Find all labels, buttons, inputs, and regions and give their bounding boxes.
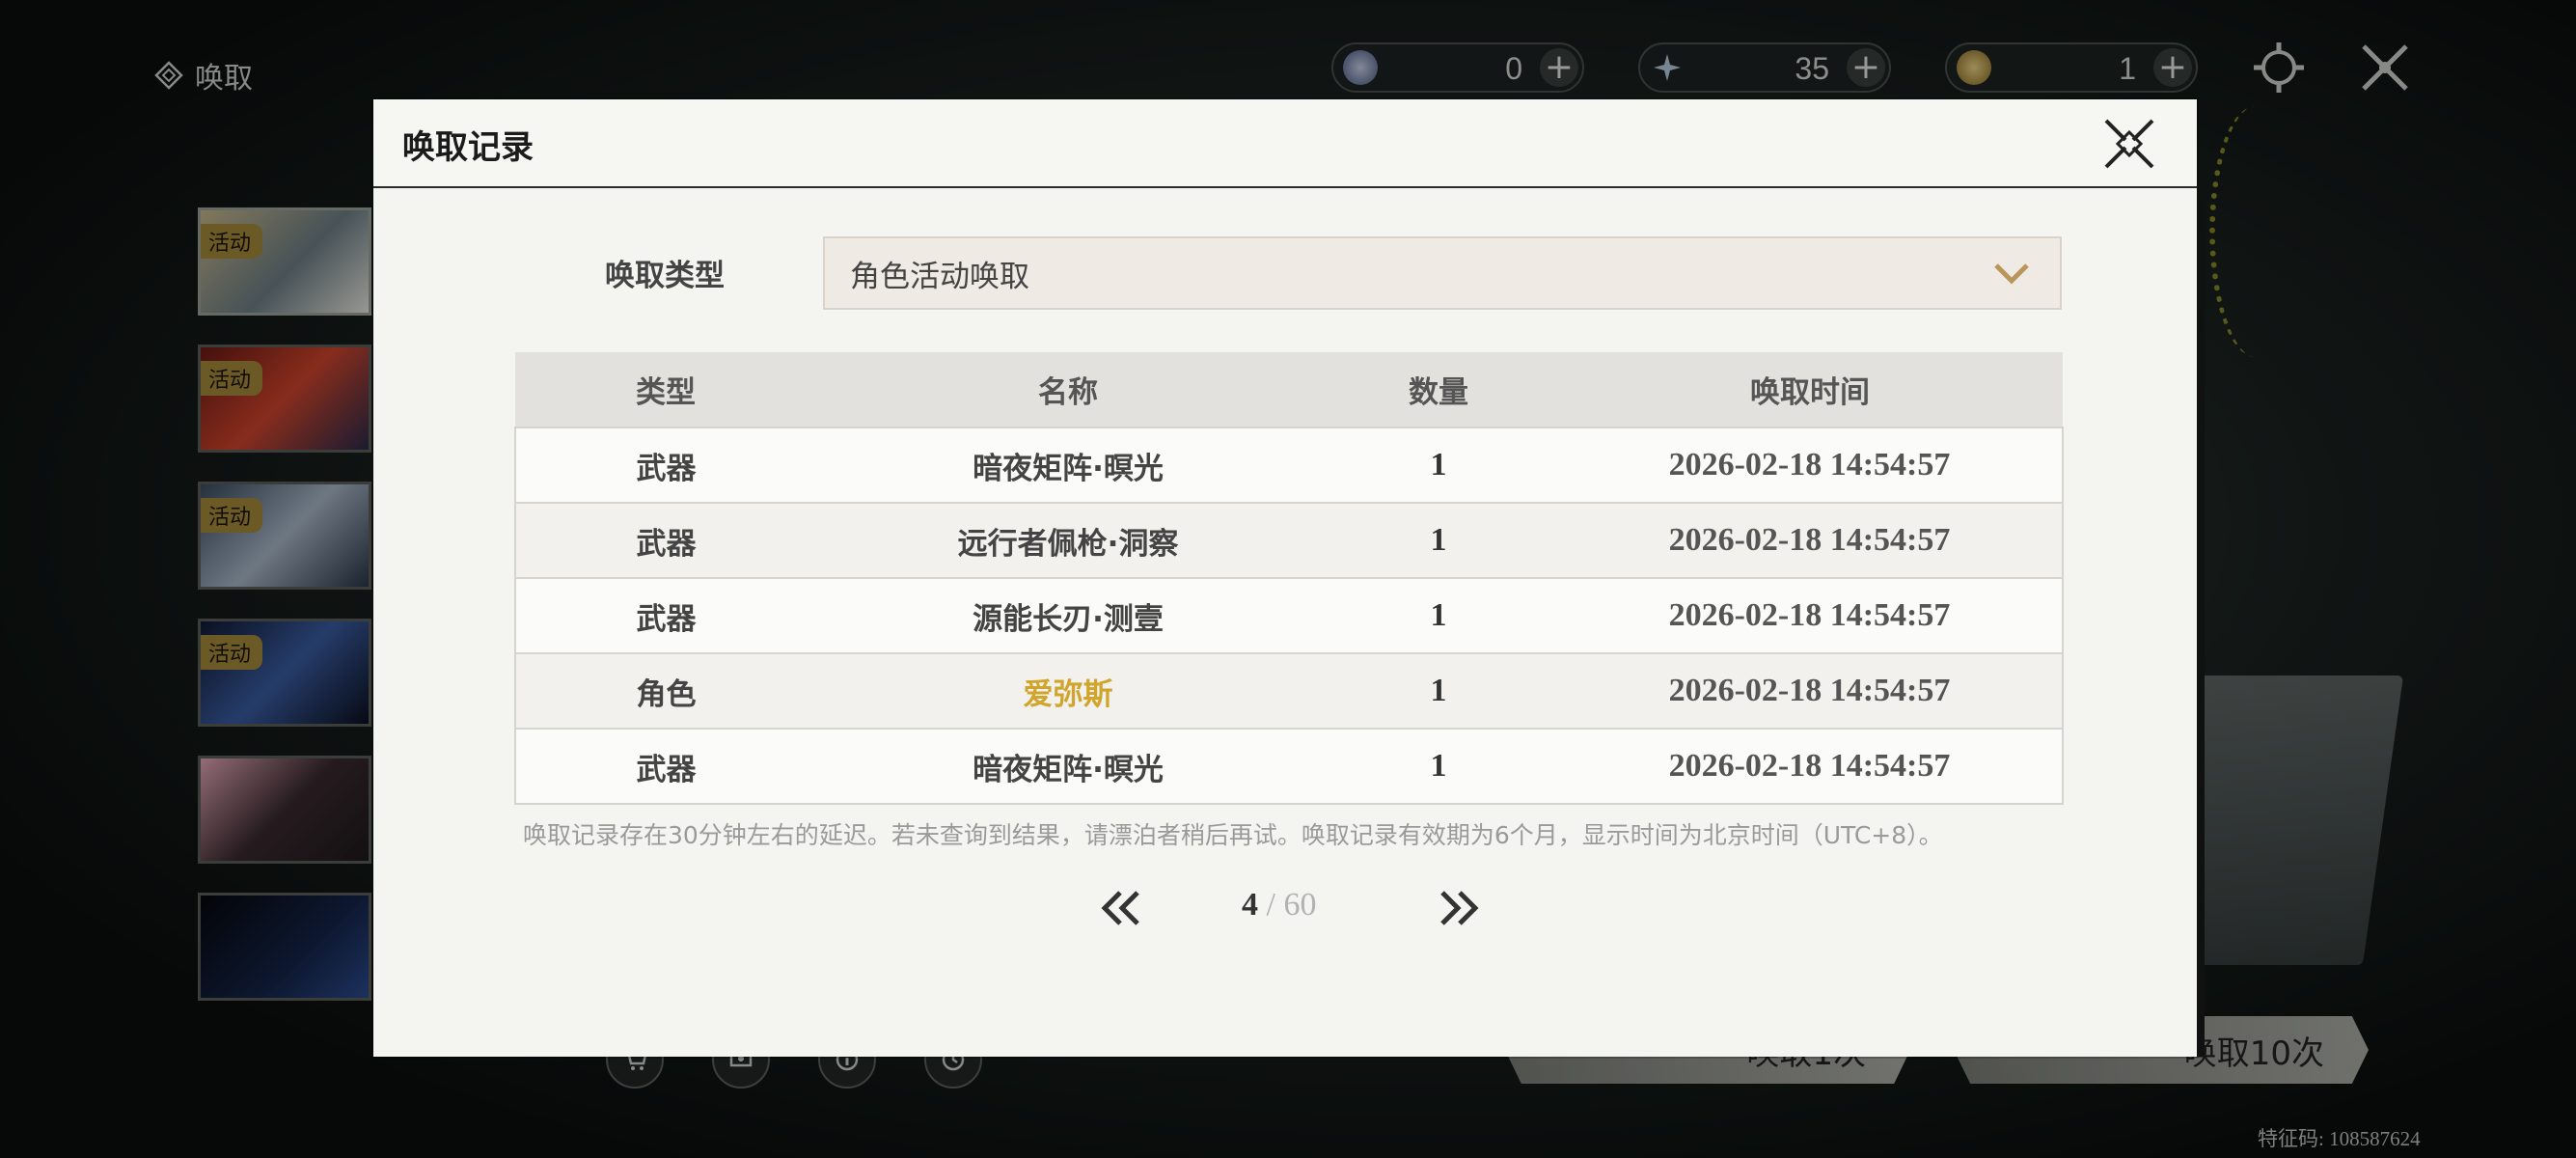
cell-time: 2026-02-18 14:54:57 bbox=[1557, 728, 2063, 804]
column-header-time: 唤取时间 bbox=[1557, 352, 2063, 427]
page-indicator: 4 / 60 bbox=[1242, 887, 1316, 924]
convene-type-value: 角色活动唤取 bbox=[850, 259, 1029, 294]
cell-type: 角色 bbox=[515, 652, 816, 729]
total-pages: 60 bbox=[1283, 887, 1317, 923]
cell-count: 1 bbox=[1320, 728, 1557, 804]
cell-time: 2026-02-18 14:54:57 bbox=[1557, 652, 2063, 729]
cell-name: 远行者佩枪·洞察 bbox=[816, 502, 1320, 578]
cell-time: 2026-02-18 14:54:57 bbox=[1557, 502, 2063, 578]
table-row: 角色 爱弥斯 1 2026-02-18 14:54:57 bbox=[515, 652, 2063, 729]
cell-type: 武器 bbox=[515, 577, 816, 653]
cell-type: 武器 bbox=[515, 728, 816, 804]
cell-name: 暗夜矩阵·暝光 bbox=[816, 427, 1320, 503]
column-header-type: 类型 bbox=[515, 352, 816, 427]
double-chevron-right-icon bbox=[1440, 891, 1479, 925]
next-page-button[interactable] bbox=[1435, 887, 1483, 929]
double-chevron-left-icon bbox=[1101, 891, 1139, 925]
table-row: 武器 源能长刃·测壹 1 2026-02-18 14:54:57 bbox=[515, 577, 2063, 653]
pagination: 4 / 60 bbox=[373, 879, 2197, 937]
cell-name: 暗夜矩阵·暝光 bbox=[816, 728, 1320, 804]
cell-type: 武器 bbox=[515, 502, 816, 578]
current-page: 4 bbox=[1242, 887, 1258, 923]
convene-records-table: 类型 名称 数量 唤取时间 武器 暗夜矩阵·暝光 1 2026-02-18 14… bbox=[514, 352, 2064, 805]
record-notice: 唤取记录存在30分钟左右的延迟。若未查询到结果，请漂泊者稍后再试。唤取记录有效期… bbox=[523, 821, 1943, 849]
cell-type: 武器 bbox=[515, 427, 816, 503]
cell-count: 1 bbox=[1320, 502, 1557, 578]
column-header-count: 数量 bbox=[1320, 352, 1557, 427]
column-header-name: 名称 bbox=[816, 352, 1320, 427]
table-header-row: 类型 名称 数量 唤取时间 bbox=[515, 352, 2063, 427]
table-row: 武器 远行者佩枪·洞察 1 2026-02-18 14:54:57 bbox=[515, 502, 2063, 578]
prev-page-button[interactable] bbox=[1097, 887, 1145, 929]
cell-name: 源能长刃·测壹 bbox=[816, 577, 1320, 653]
page-separator: / bbox=[1258, 887, 1284, 923]
table-row: 武器 暗夜矩阵·暝光 1 2026-02-18 14:54:57 bbox=[515, 427, 2063, 503]
close-icon bbox=[2104, 119, 2154, 169]
cell-count: 1 bbox=[1320, 652, 1557, 729]
close-button[interactable] bbox=[2100, 115, 2158, 173]
convene-type-label: 唤取类型 bbox=[605, 259, 725, 293]
modal-title: 唤取记录 bbox=[402, 128, 534, 167]
convene-history-modal: 唤取记录 唤取类型 角色活动唤取 类型 名称 数量 唤取时间 武器 暗夜矩阵·暝… bbox=[373, 99, 2205, 1057]
cell-time: 2026-02-18 14:54:57 bbox=[1557, 577, 2063, 653]
modal-header: 唤取记录 bbox=[373, 99, 2197, 188]
cell-name-highlight: 爱弥斯 bbox=[816, 652, 1320, 729]
chevron-down-icon bbox=[1992, 260, 2031, 296]
cell-count: 1 bbox=[1320, 427, 1557, 503]
table-row: 武器 暗夜矩阵·暝光 1 2026-02-18 14:54:57 bbox=[515, 728, 2063, 804]
convene-type-select[interactable]: 角色活动唤取 bbox=[823, 236, 2062, 310]
cell-count: 1 bbox=[1320, 577, 1557, 653]
cell-time: 2026-02-18 14:54:57 bbox=[1557, 427, 2063, 503]
